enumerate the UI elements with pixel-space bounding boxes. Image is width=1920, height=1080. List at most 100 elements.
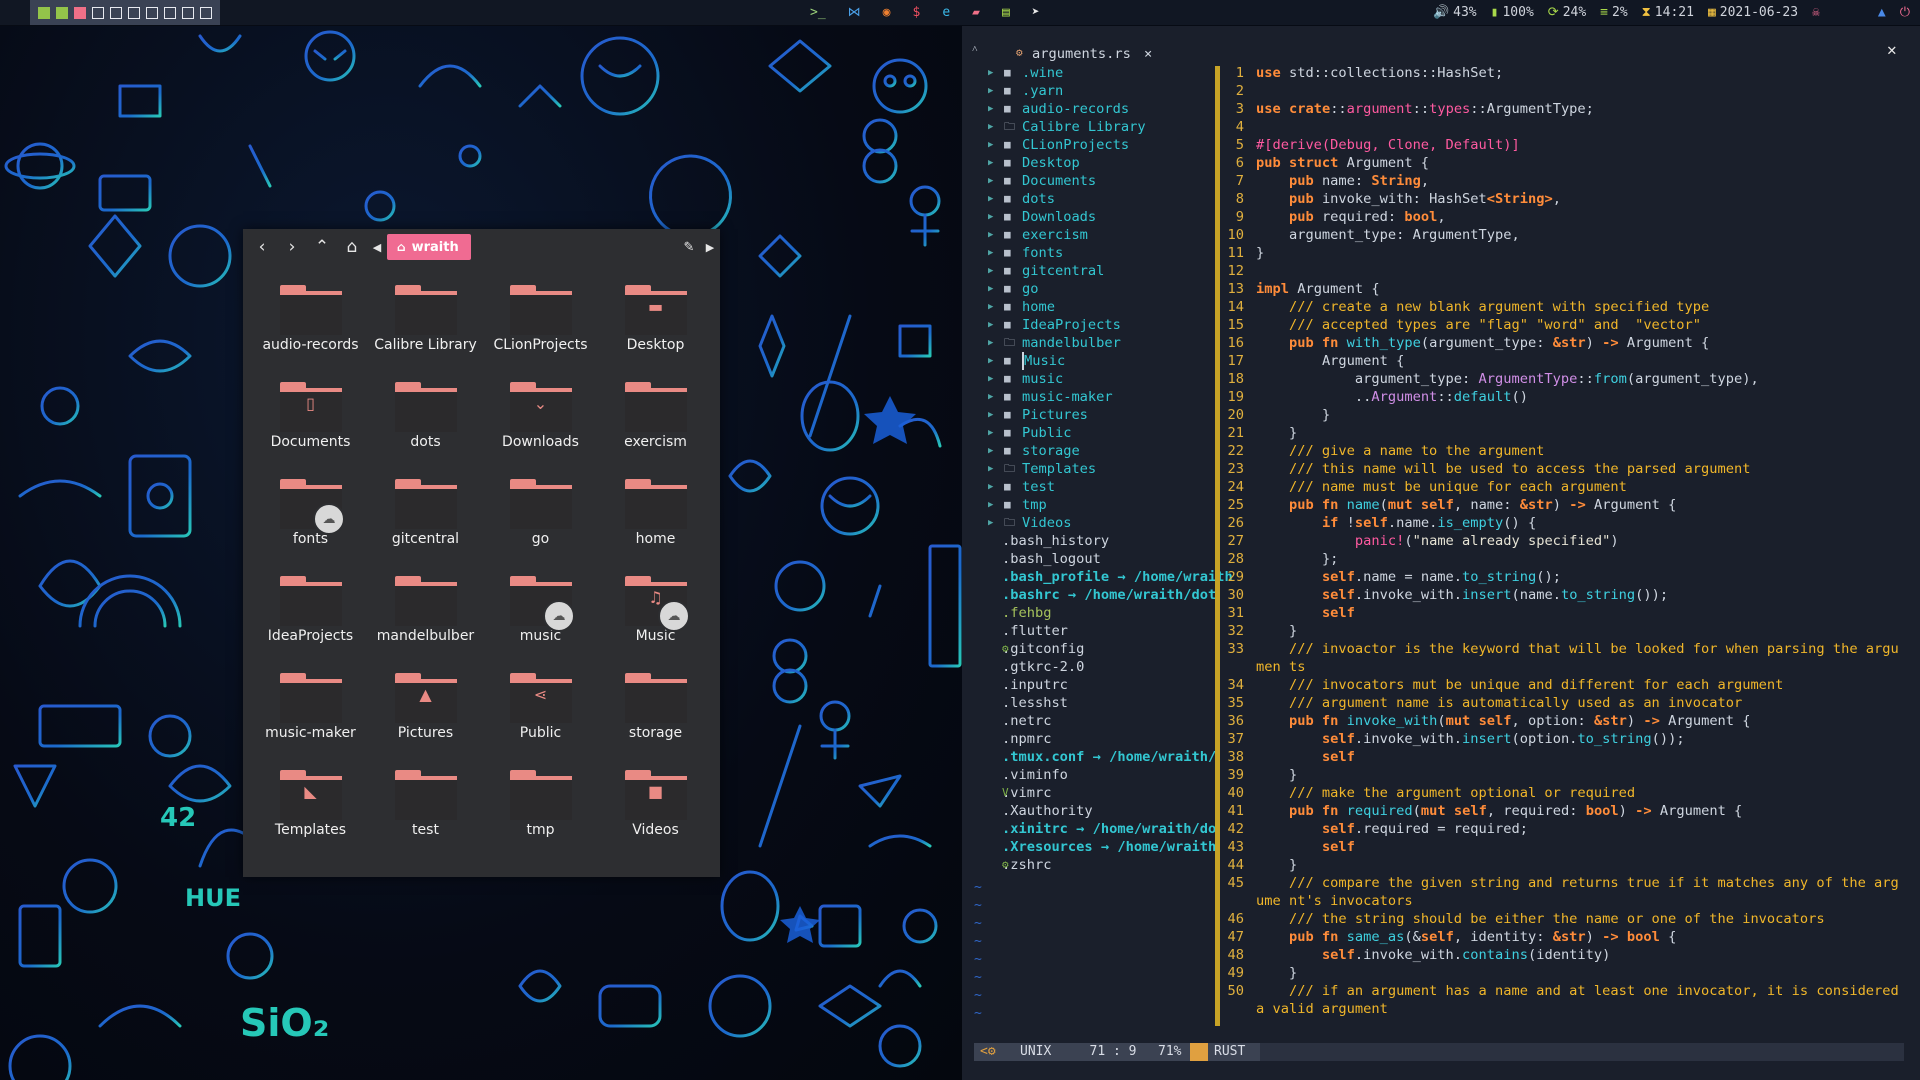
folder-item[interactable]: home [598,477,713,574]
folder-item[interactable]: go [483,477,598,574]
expand-arrow-icon[interactable]: ▶ [988,352,993,370]
expand-arrow-icon[interactable]: ▶ [988,370,993,388]
split-divider[interactable] [1215,66,1220,1026]
back-button[interactable]: ‹ [247,232,277,262]
folder-item[interactable]: mandelbulber [368,574,483,671]
folder-item[interactable]: ▬ Desktop [598,283,713,380]
folder-item[interactable]: ■ Videos [598,768,713,865]
expand-arrow-icon[interactable]: ▶ [988,424,993,442]
folder-item[interactable]: ◣ Templates [253,768,368,865]
expand-arrow-icon[interactable]: ▶ [988,262,993,280]
folder-icon [624,671,687,723]
volume-indicator[interactable]: 🔊 43% [1433,5,1477,20]
workspace-switcher[interactable] [30,0,220,25]
line-number: 13 [1227,281,1244,297]
tree-item-name: tmp [1022,497,1047,513]
expand-arrow-icon[interactable]: ▶ [988,208,993,226]
folder-label: audio-records [262,337,359,353]
folder-icon[interactable]: ▰ [972,5,980,20]
expand-arrow-icon[interactable]: ▶ [988,64,993,82]
expand-arrow-icon[interactable]: ▶ [988,136,993,154]
dollar-icon[interactable]: $ [912,5,920,20]
folder-item[interactable]: ▯ Documents [253,380,368,477]
path-scroll-right-button[interactable]: ▶ [700,232,720,262]
workspace-1[interactable] [38,6,50,19]
code-view[interactable]: 1 use std::collections::HashSet; 2 3 use cra… [1224,64,1914,1018]
workspace-3[interactable] [74,6,86,19]
edge-icon[interactable]: e [942,5,950,20]
tree-item-name: Public [1022,425,1072,441]
path-scroll-left-button[interactable]: ◀ [367,232,387,262]
folder-item[interactable]: tmp [483,768,598,865]
folder-item[interactable]: IdeaProjects [253,574,368,671]
clipboard-icon[interactable]: ▤ [1002,5,1010,20]
expand-arrow-icon[interactable]: ▶ [988,226,993,244]
code-text: /// if an argument has a name and at lea… [1256,983,1908,1017]
expand-arrow-icon[interactable]: ▶ [988,100,993,118]
folder-item[interactable]: dots [368,380,483,477]
expand-arrow-icon[interactable]: ▶ [988,442,993,460]
line-number: 21 [1227,425,1244,441]
line-number: 22 [1227,443,1244,459]
folder-item[interactable]: test [368,768,483,865]
expand-arrow-icon[interactable]: ▶ [988,118,993,136]
folder-item[interactable]: storage [598,671,713,768]
folder-item[interactable]: ⋖ Public [483,671,598,768]
expand-arrow-icon[interactable]: ▶ [988,406,993,424]
workspace-10[interactable] [200,6,212,19]
folder-item[interactable]: ⌄ Downloads [483,380,598,477]
vscode-icon[interactable]: ⋈ [848,5,861,20]
close-tab-button[interactable]: × [1144,46,1152,62]
power-icon[interactable]: ⏻ [1900,5,1910,20]
expand-arrow-icon[interactable]: ▶ [988,244,993,262]
expand-arrow-icon[interactable]: ▶ [988,172,993,190]
update-icon[interactable]: ▲ [1878,5,1886,20]
expand-arrow-icon[interactable]: ▶ [988,496,993,514]
code-line: 23 /// this name will be used to access … [1224,460,1914,478]
folder-item[interactable]: CLionProjects [483,283,598,380]
folder-item[interactable]: Calibre Library [368,283,483,380]
folder-item[interactable]: ♫ ☁ Music [598,574,713,671]
terminal-icon[interactable]: >_ [810,5,826,20]
workspace-9[interactable] [182,6,194,19]
expand-arrow-icon[interactable]: ▶ [988,460,993,478]
folder-item[interactable]: ☁ fonts [253,477,368,574]
expand-arrow-icon[interactable]: ▶ [988,154,993,172]
expand-arrow-icon[interactable]: ▶ [988,514,993,532]
editor-tab-title[interactable]: arguments.rs [1032,46,1131,62]
workspace-5[interactable] [110,6,122,19]
octopus-icon[interactable]: ☠ [1812,5,1820,20]
telegram-icon[interactable]: ➤ [1032,5,1040,20]
system-status: 🔊 43% ▮ 100% ⟳ 24% ≡ 2% ⧗ 14:21 ▦ 2021-06-23 ☠… [1433,0,1910,25]
empty-line-marker: ~ [974,952,982,967]
folder-item[interactable]: ☁ music [483,574,598,671]
folder-item[interactable]: gitcentral [368,477,483,574]
expand-arrow-icon[interactable]: ▶ [988,82,993,100]
expand-arrow-icon[interactable]: ▶ [988,316,993,334]
up-button[interactable]: ⌃ [307,232,337,262]
expand-arrow-icon[interactable]: ▶ [988,190,993,208]
folder-item[interactable]: audio-records [253,283,368,380]
breadcrumb-current[interactable]: ⌂ wraith [387,234,471,260]
expand-arrow-icon[interactable]: ▶ [988,280,993,298]
expand-arrow-icon[interactable]: ▶ [988,334,993,352]
edit-path-button[interactable]: ✎ [678,232,700,262]
expand-arrow-icon[interactable]: ▶ [988,298,993,316]
workspace-4[interactable] [92,6,104,19]
folder-item[interactable]: music-maker [253,671,368,768]
folder-label: storage [628,725,683,741]
folder-item[interactable]: exercism [598,380,713,477]
line-number: 42 [1227,821,1244,837]
folder-item[interactable]: ▲ Pictures [368,671,483,768]
home-button[interactable]: ⌂ [337,232,367,262]
workspace-7[interactable] [146,6,158,19]
workspace-6[interactable] [128,6,140,19]
workspace-8[interactable] [164,6,176,19]
expand-arrow-icon[interactable]: ▶ [988,478,993,496]
forward-button[interactable]: › [277,232,307,262]
firefox-icon[interactable]: ◉ [883,5,891,20]
close-window-icon[interactable]: ✕ [1887,40,1897,59]
workspace-2[interactable] [56,6,68,19]
expand-arrow-icon[interactable]: ▶ [988,388,993,406]
